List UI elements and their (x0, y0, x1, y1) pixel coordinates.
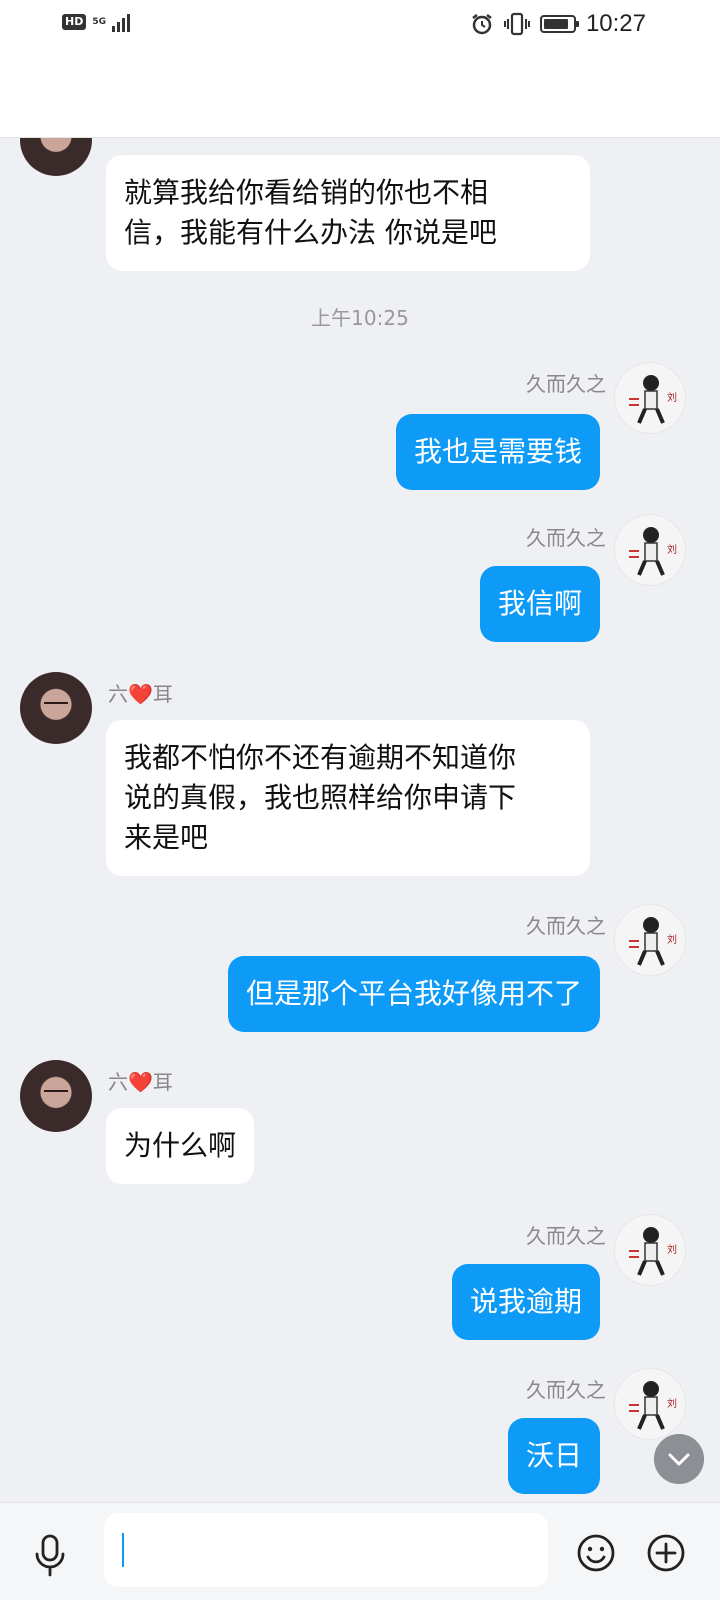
svg-text:刘: 刘 (667, 544, 677, 556)
scroll-down-icon[interactable] (654, 1434, 704, 1484)
sender-name: 久而久之 (526, 1224, 606, 1248)
avatar-illustration-icon: 刘 (629, 375, 677, 424)
message-input[interactable] (104, 1513, 548, 1587)
avatar-illustration-icon: 刘 (629, 917, 677, 966)
status-time: 10:27 (585, 10, 646, 37)
plus-icon[interactable] (646, 1533, 686, 1573)
vibrate-icon (503, 12, 530, 36)
message-bubble[interactable]: 为什么啊 (106, 1108, 255, 1184)
text-caret (122, 1533, 124, 1567)
avatar-illustration-icon: 刘 (629, 527, 677, 576)
sender-name: 久而久之 (526, 372, 606, 396)
svg-text:刘: 刘 (667, 1398, 677, 1410)
signal-icon (112, 12, 130, 32)
avatar[interactable] (20, 672, 92, 744)
message-bubble[interactable]: 我都不怕你不还有逾期不知道你 说的真假，我也照样给你申请下 来是吧 (106, 720, 590, 876)
avatar[interactable]: 刘 (614, 514, 686, 586)
menu-icon[interactable] (658, 76, 694, 106)
sender-name: 久而久之 (526, 914, 606, 938)
avatar[interactable]: 刘 (614, 1214, 686, 1286)
battery-icon (539, 15, 579, 33)
ear-icon[interactable] (170, 78, 194, 108)
avatar[interactable] (20, 104, 92, 176)
avatar-illustration-icon: 刘 (629, 1381, 677, 1430)
timestamp: 上午10:25 (311, 306, 409, 330)
hd-badge: HD (62, 14, 87, 30)
message-bubble[interactable]: 就算我给你看给销的你也不相 信，我能有什么办法 你说是吧 (106, 155, 590, 271)
message-text-line: 就算我给你看给销的你也不相 (124, 176, 489, 209)
message-bubble[interactable]: 我信啊 (479, 566, 600, 642)
message-bubble[interactable]: 我也是需要钱 (395, 414, 600, 490)
status-left: HD 5G (62, 12, 130, 32)
message-text-line: 我都不怕你不还有逾期不知道你 (124, 741, 517, 774)
message-text-line: 信，我能有什么办法 你说是吧 (124, 216, 497, 249)
alarm-icon (472, 14, 492, 35)
avatar[interactable] (20, 1060, 92, 1132)
avatar-illustration-icon: 刘 (629, 1227, 677, 1276)
microphone-icon[interactable] (30, 1533, 70, 1577)
message-bubble[interactable]: 但是那个平台我好像用不了 (227, 956, 600, 1032)
sender-name: 久而久之 (526, 526, 606, 550)
message-text-line: 来是吧 (124, 821, 209, 854)
chat-title[interactable]: 六六(3) (68, 74, 157, 111)
emoji-icon[interactable] (576, 1533, 616, 1573)
sender-name: 六❤️耳 (108, 682, 173, 706)
network-type: 5G (92, 16, 106, 27)
message-text-line: 说的真假，我也照样给你申请下 (124, 781, 517, 814)
input-bar (0, 1502, 720, 1600)
avatar[interactable]: 刘 (614, 362, 686, 434)
svg-text:刘: 刘 (667, 1244, 677, 1256)
svg-text:刘: 刘 (667, 392, 677, 404)
svg-text:刘: 刘 (667, 934, 677, 946)
chat-header: 六六(3) (0, 48, 720, 138)
status-bar: HD 5G 10:27 (0, 0, 720, 48)
sender-name: 久而久之 (526, 1378, 606, 1402)
sender-name: 六❤️耳 (108, 1070, 173, 1094)
status-right: 10:27 (470, 10, 646, 38)
avatar[interactable]: 刘 (614, 904, 686, 976)
avatar[interactable]: 刘 (614, 1368, 686, 1440)
message-bubble[interactable]: 沃日 (507, 1418, 600, 1494)
message-bubble[interactable]: 说我逾期 (451, 1264, 600, 1340)
